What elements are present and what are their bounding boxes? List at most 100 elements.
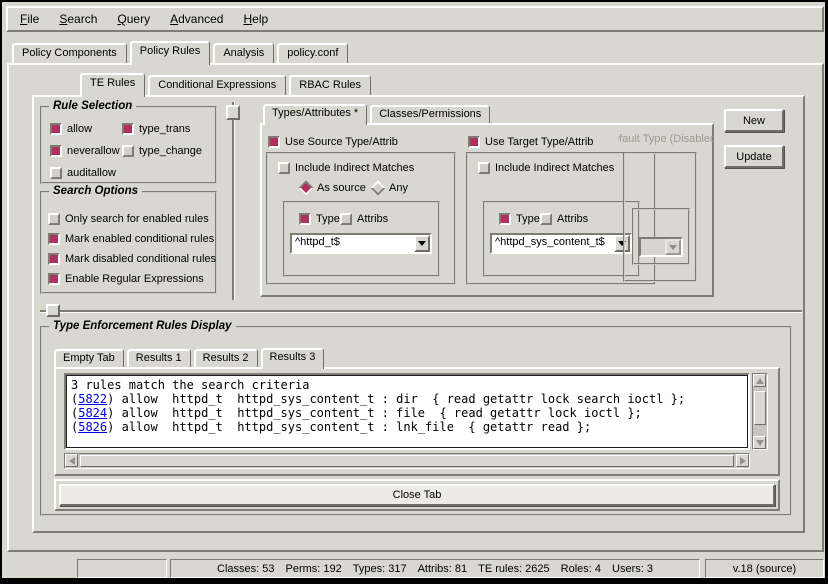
checkbox-indicator xyxy=(122,123,134,135)
arrow-up-icon xyxy=(756,378,764,384)
tab-results-3[interactable]: Results 3 xyxy=(261,348,325,369)
tab-te-rules[interactable]: TE Rules xyxy=(80,73,145,97)
checkbox-label: Mark enabled conditional rules xyxy=(65,233,214,245)
stat-roles: Roles: 4 xyxy=(561,563,601,575)
rule-id-link[interactable]: 5824 xyxy=(78,406,107,420)
source-combo-arrow-button[interactable] xyxy=(414,235,430,252)
rule-line: (5826) allow httpd_t httpd_sys_content_t… xyxy=(71,420,743,434)
close-tab-button[interactable]: Close Tab xyxy=(59,484,775,506)
checkbox-type-change[interactable]: type_change xyxy=(122,144,202,158)
menu-search[interactable]: Search xyxy=(49,8,107,30)
horizontal-sash-handle[interactable] xyxy=(46,304,60,317)
checkbox-label: Include Indirect Matches xyxy=(295,162,414,174)
checkbox-source-types[interactable]: Types xyxy=(299,212,345,226)
checkbox-target-types[interactable]: Types xyxy=(499,212,545,226)
radio-label: As source xyxy=(317,182,366,194)
stat-classes: Classes: 53 xyxy=(217,563,274,575)
update-button[interactable]: Update xyxy=(724,145,784,168)
source-type-combobox[interactable]: ^httpd_t$ xyxy=(290,233,432,254)
checkbox-indicator xyxy=(468,136,480,148)
checkbox-indicator xyxy=(50,123,62,135)
new-button[interactable]: New xyxy=(724,109,784,132)
scroll-down-button[interactable] xyxy=(753,436,766,449)
checkbox-indicator xyxy=(48,213,60,225)
checkbox-target-indirect[interactable]: Include Indirect Matches xyxy=(478,161,614,175)
default-type-combobox xyxy=(639,237,683,257)
checkbox-source-attribs[interactable]: Attribs xyxy=(340,212,388,226)
checkbox-mark-enabled-conditional[interactable]: Mark enabled conditional rules xyxy=(48,232,214,246)
radio-any[interactable]: Any xyxy=(372,181,408,195)
checkbox-source-indirect[interactable]: Include Indirect Matches xyxy=(278,161,414,175)
tab-rbac-rules[interactable]: RBAC Rules xyxy=(289,75,371,95)
status-version-panel: v.18 (source) xyxy=(705,559,824,578)
checkbox-indicator xyxy=(50,167,62,179)
stat-users: Users: 3 xyxy=(612,563,653,575)
checkbox-use-target-type[interactable]: Use Target Type/Attrib xyxy=(468,135,593,149)
tab-conditional-expressions[interactable]: Conditional Expressions xyxy=(148,75,286,95)
checkbox-type-trans[interactable]: type_trans xyxy=(122,122,190,136)
checkbox-only-enabled-rules[interactable]: Only search for enabled rules xyxy=(48,212,209,226)
scroll-up-button[interactable] xyxy=(753,374,766,387)
results-tab-bar: Empty Tab Results 1 Results 2 Results 3 xyxy=(54,346,327,367)
app-window: File Search Query Advanced Help Policy C… xyxy=(2,2,825,578)
checkbox-label: type_trans xyxy=(139,123,190,135)
target-type-value[interactable]: ^httpd_sys_content_t$ xyxy=(495,235,612,252)
rule-line: (5824) allow httpd_t httpd_sys_content_t… xyxy=(71,406,743,420)
checkbox-enable-regex[interactable]: Enable Regular Expressions xyxy=(48,272,204,286)
tab-empty[interactable]: Empty Tab xyxy=(54,349,124,367)
results-horizontal-scrollbar[interactable] xyxy=(64,453,750,469)
checkbox-label: Attribs xyxy=(557,213,588,225)
checkbox-neverallow[interactable]: neverallow xyxy=(50,144,120,158)
search-options-title: Search Options xyxy=(49,185,142,197)
main-tab-bar: Policy Components Policy Rules Analysis … xyxy=(12,39,351,63)
source-type-value[interactable]: ^httpd_t$ xyxy=(295,235,412,252)
checkbox-target-attribs[interactable]: Attribs xyxy=(540,212,588,226)
scroll-right-button[interactable] xyxy=(736,454,749,467)
chevron-down-icon xyxy=(418,241,426,246)
rule-id-link[interactable]: 5822 xyxy=(78,392,107,406)
checkbox-indicator xyxy=(48,253,60,265)
close-tab-container: Close Tab xyxy=(54,479,780,511)
tab-results-1[interactable]: Results 1 xyxy=(127,349,191,367)
rule-id-link[interactable]: 5826 xyxy=(78,420,107,434)
menu-help[interactable]: Help xyxy=(233,8,278,30)
rule-line: (5822) allow httpd_t httpd_sys_content_t… xyxy=(71,392,743,406)
horizontal-sash xyxy=(40,310,802,312)
scroll-left-button[interactable] xyxy=(65,454,78,467)
checkbox-use-source-type[interactable]: Use Source Type/Attrib xyxy=(268,135,398,149)
menu-query[interactable]: Query xyxy=(107,8,160,30)
tab-policy-rules[interactable]: Policy Rules xyxy=(130,41,211,65)
checkbox-label: neverallow xyxy=(67,145,120,157)
status-empty-panel xyxy=(77,559,167,578)
version-label: v.18 (source) xyxy=(733,563,796,575)
arrow-down-icon xyxy=(756,440,764,446)
tab-policy-components[interactable]: Policy Components xyxy=(12,43,127,63)
checkbox-indicator xyxy=(268,136,280,148)
default-combo-arrow-button xyxy=(665,239,681,255)
horizontal-scroll-thumb[interactable] xyxy=(80,455,734,467)
policy-rules-tab-bar: TE Rules Conditional Expressions RBAC Ru… xyxy=(80,71,374,95)
tab-classes-permissions[interactable]: Classes/Permissions xyxy=(370,105,490,123)
tab-results-2[interactable]: Results 2 xyxy=(194,349,258,367)
target-type-combobox[interactable]: ^httpd_sys_content_t$ xyxy=(490,233,632,254)
results-text-area[interactable]: 3 rules match the search criteria (5822)… xyxy=(66,375,748,448)
radio-as-source[interactable]: As source xyxy=(300,181,366,195)
results-vertical-scrollbar[interactable] xyxy=(752,373,768,450)
tab-types-attributes[interactable]: Types/Attributes * xyxy=(263,104,367,125)
rule-text: allow httpd_t httpd_sys_content_t : lnk_… xyxy=(114,420,591,434)
tab-analysis[interactable]: Analysis xyxy=(213,43,274,63)
default-type-label: Default Type (Disabled) xyxy=(618,133,714,145)
menu-advanced[interactable]: Advanced xyxy=(160,8,233,30)
tab-policy-conf[interactable]: policy.conf xyxy=(277,43,348,63)
checkbox-mark-disabled-conditional[interactable]: Mark disabled conditional rules xyxy=(48,252,216,266)
checkbox-auditallow[interactable]: auditallow xyxy=(50,166,116,180)
vertical-sash-handle[interactable] xyxy=(226,105,240,120)
menu-file[interactable]: File xyxy=(10,8,49,30)
checkbox-indicator xyxy=(48,233,60,245)
checkbox-indicator xyxy=(278,162,290,174)
stat-attribs: Attribs: 81 xyxy=(418,563,468,575)
checkbox-allow[interactable]: allow xyxy=(50,122,92,136)
vertical-scroll-thumb[interactable] xyxy=(754,391,766,425)
checkbox-indicator xyxy=(478,162,490,174)
new-button-label: New xyxy=(743,115,765,127)
